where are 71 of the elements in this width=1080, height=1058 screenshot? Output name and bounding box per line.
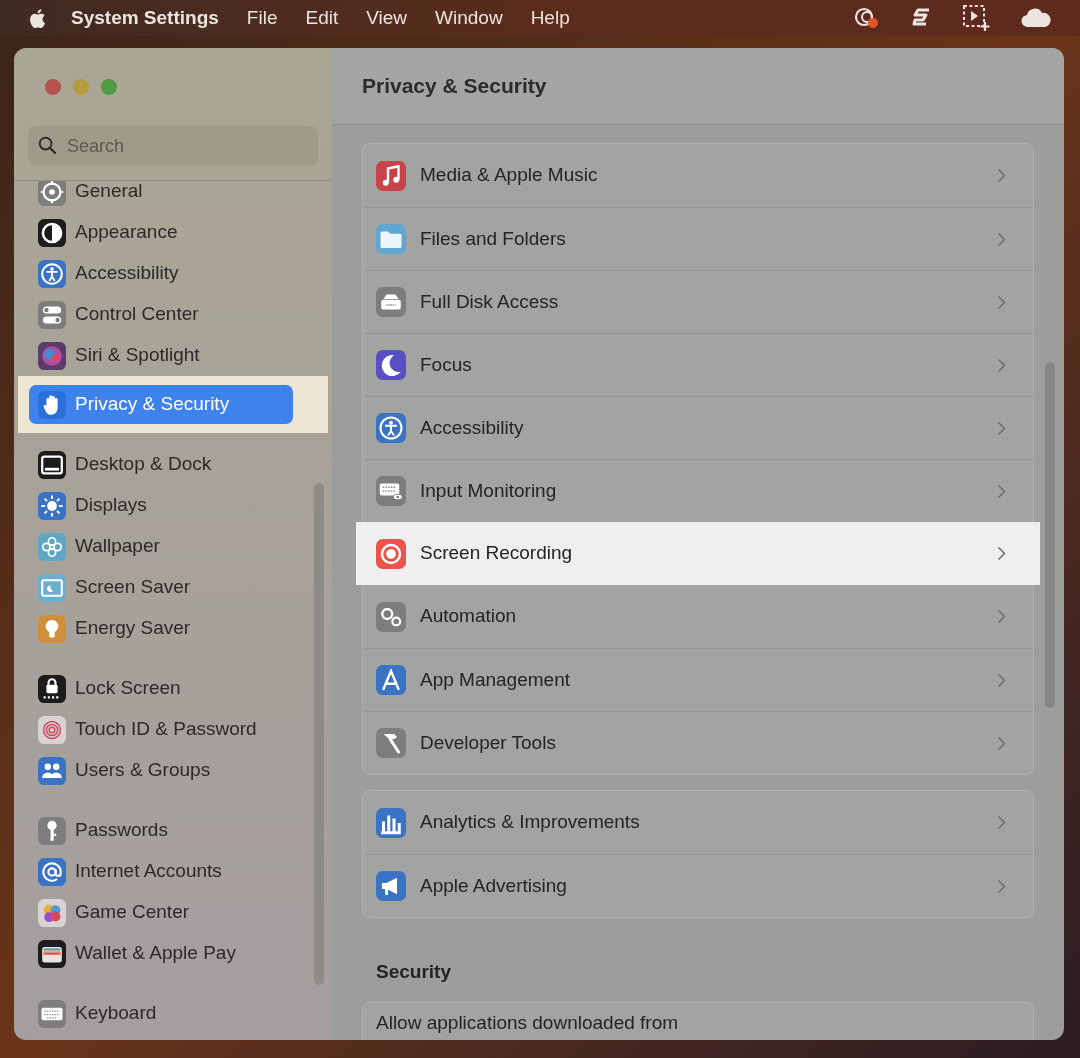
window-title: Privacy & Security: [362, 73, 547, 100]
sidebar-item[interactable]: Touch ID & Password: [29, 710, 317, 749]
settings-row-label: Screen Recording: [420, 541, 573, 566]
sidebar-item-label: Wallpaper: [75, 534, 160, 559]
sidebar-item[interactable]: Internet Accounts: [29, 852, 317, 891]
sidebar-item-label: Siri & Spotlight: [75, 343, 200, 368]
sidebar-item-label: General: [75, 181, 143, 204]
settings-row[interactable]: Screen Recording: [356, 522, 1040, 585]
settings-row-label: Files and Folders: [420, 226, 566, 251]
settings-row[interactable]: Full Disk Access: [363, 270, 1033, 333]
sidebar-item[interactable]: Desktop & Dock: [29, 445, 317, 484]
sidebar-item-label: Wallet & Apple Pay: [75, 941, 236, 966]
settings-row-label: Media & Apple Music: [420, 163, 598, 188]
settings-row[interactable]: App Management: [363, 648, 1033, 711]
sidebar-item-label: Lock Screen: [75, 676, 181, 701]
sidebar-item-label: Desktop & Dock: [75, 452, 212, 477]
setting-label: Allow applications downloaded from: [376, 1011, 679, 1033]
menu-item[interactable]: Window: [435, 3, 503, 33]
settings-row-label: App Management: [420, 667, 570, 692]
sidebar-item-label: Control Center: [75, 302, 199, 327]
sidebar-item-label: Privacy & Security: [75, 392, 230, 417]
sidebar-item-label: Game Center: [75, 900, 190, 925]
settings-row-label: Focus: [420, 352, 472, 377]
settings-row[interactable]: Analytics & Improvements: [363, 791, 1033, 854]
sidebar-item-label: Keyboard: [75, 1001, 157, 1026]
sidebar-item-label: Screen Saver: [75, 575, 191, 600]
settings-row[interactable]: Developer Tools: [363, 711, 1033, 774]
settings-row-label: Automation: [420, 604, 517, 629]
sidebar-item[interactable]: Wallet & Apple Pay: [29, 934, 317, 973]
settings-row-label: Input Monitoring: [420, 478, 557, 503]
sidebar-item-label: Touch ID & Password: [75, 717, 257, 742]
settings-row[interactable]: Apple Advertising: [363, 854, 1033, 917]
sidebar-item-label: Energy Saver: [75, 616, 191, 641]
sidebar-item[interactable]: Privacy & Security: [29, 385, 293, 424]
settings-row-label: Analytics & Improvements: [420, 810, 640, 835]
sidebar-item[interactable]: Lock Screen: [29, 669, 317, 708]
settings-row[interactable]: Automation: [363, 585, 1033, 648]
menu-item[interactable]: View: [366, 3, 408, 33]
sidebar-item[interactable]: Siri & Spotlight: [29, 336, 317, 375]
sidebar-item[interactable]: General: [29, 181, 317, 211]
sidebar-item[interactable]: Screen Saver: [29, 568, 317, 607]
menu-item[interactable]: File: [246, 3, 278, 33]
settings-row[interactable]: Focus: [363, 333, 1033, 396]
sidebar-item[interactable]: Wallpaper: [29, 527, 317, 566]
sidebar-item[interactable]: Energy Saver: [29, 609, 317, 648]
sidebar-item[interactable]: Game Center: [29, 893, 317, 932]
settings-row-label: Accessibility: [420, 415, 524, 440]
search-field[interactable]: Search: [28, 126, 318, 166]
settings-row-label: Developer Tools: [420, 730, 556, 755]
sidebar-item[interactable]: Passwords: [29, 811, 317, 850]
sidebar-item[interactable]: Appearance: [29, 213, 317, 252]
section-heading: Security: [376, 960, 452, 984]
app-menu[interactable]: System Settings: [71, 3, 219, 33]
settings-row[interactable]: Files and Folders: [363, 207, 1033, 270]
sidebar-item-label: Users & Groups: [75, 758, 211, 783]
sidebar-item-label: Internet Accounts: [75, 859, 222, 884]
sidebar-item[interactable]: Displays: [29, 486, 317, 525]
sidebar-item[interactable]: Accessibility: [29, 254, 317, 293]
sidebar-item-label: Displays: [75, 493, 147, 518]
menu-item[interactable]: Edit: [305, 3, 339, 33]
sidebar-item[interactable]: Users & Groups: [29, 751, 317, 790]
sidebar-item-label: Appearance: [75, 220, 178, 245]
settings-row[interactable]: Accessibility: [363, 396, 1033, 459]
sidebar-item-label: Accessibility: [75, 261, 179, 286]
settings-row[interactable]: Media & Apple Music: [363, 144, 1033, 207]
sidebar-item[interactable]: Control Center: [29, 295, 317, 334]
sidebar-item-label: Passwords: [75, 818, 168, 843]
settings-row-label: Full Disk Access: [420, 289, 559, 314]
menu-item[interactable]: Help: [530, 3, 570, 33]
sidebar-item[interactable]: Keyboard: [29, 994, 317, 1033]
settings-row-label: Apple Advertising: [420, 873, 567, 898]
